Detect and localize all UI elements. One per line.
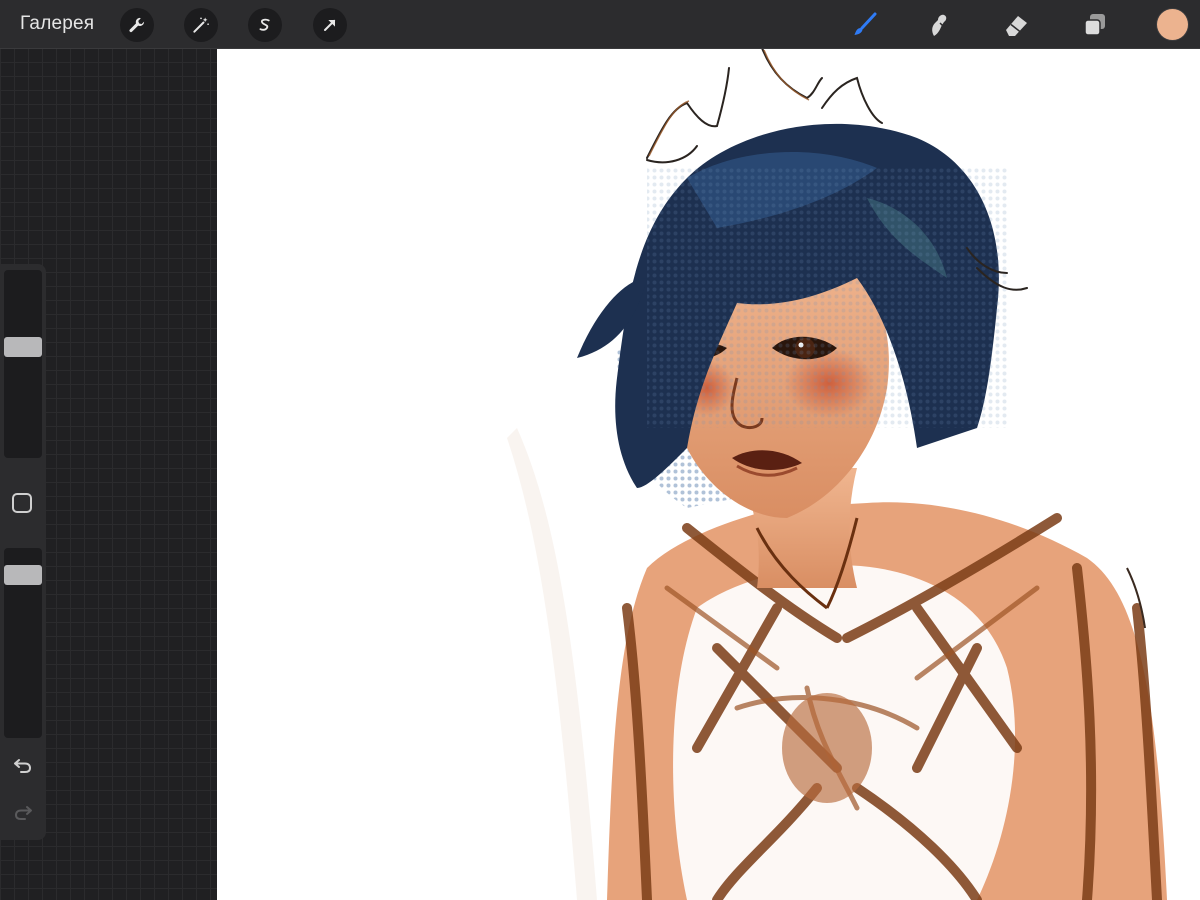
brush-tool-button[interactable] — [847, 8, 881, 42]
opacity-slider[interactable] — [4, 548, 42, 738]
layers-button[interactable] — [1078, 8, 1112, 42]
brush-size-slider-thumb[interactable] — [4, 337, 42, 357]
selection-button[interactable] — [248, 8, 282, 42]
eraser-tool-button[interactable] — [999, 8, 1033, 42]
modify-button[interactable] — [12, 493, 32, 513]
wrench-icon — [129, 17, 145, 33]
drawing-canvas[interactable] — [217, 48, 1200, 900]
transform-button[interactable] — [313, 8, 347, 42]
sidebar — [0, 264, 46, 840]
brush-size-slider[interactable] — [4, 270, 42, 458]
brush-icon — [854, 12, 877, 35]
opacity-slider-thumb[interactable] — [4, 565, 42, 585]
magic-wand-icon — [193, 17, 209, 33]
smudge-tool-button[interactable] — [922, 8, 956, 42]
top-toolbar: Галерея — [0, 0, 1200, 48]
undo-button[interactable] — [9, 751, 37, 779]
color-picker-swatch[interactable] — [1157, 9, 1188, 40]
eraser-icon — [1006, 16, 1027, 36]
actions-button[interactable] — [120, 8, 154, 42]
redo-button[interactable] — [9, 798, 37, 826]
undo-arrow-icon — [14, 759, 32, 773]
selection-icon — [259, 18, 270, 31]
smudge-icon — [932, 14, 947, 36]
artwork — [507, 48, 1167, 900]
move-arrow-icon — [324, 19, 336, 31]
redo-arrow-icon — [14, 806, 32, 820]
layers-icon — [1084, 14, 1105, 36]
gallery-button[interactable]: Галерея — [20, 12, 94, 36]
adjustments-button[interactable] — [184, 8, 218, 42]
